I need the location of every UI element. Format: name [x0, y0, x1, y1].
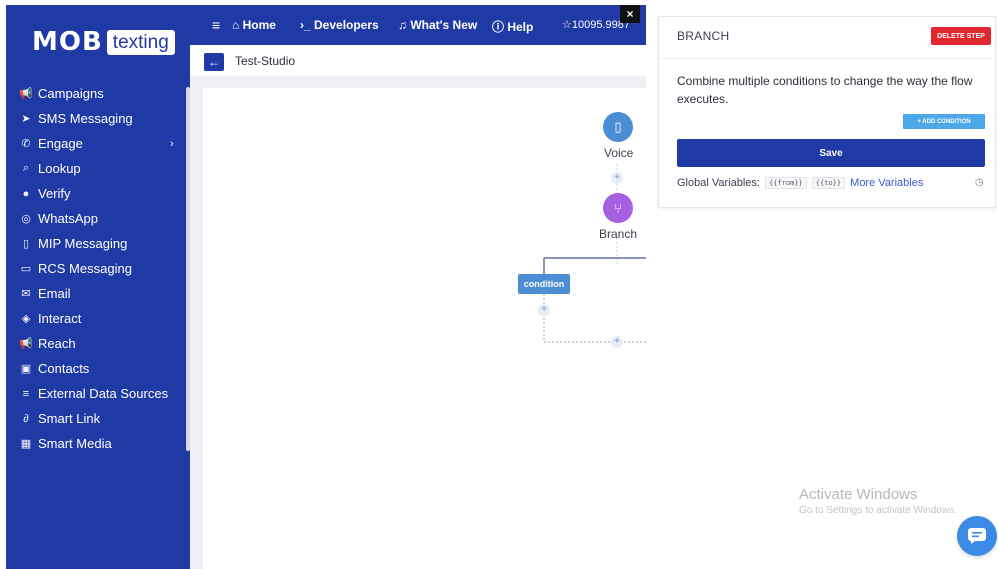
- hamburger-menu-icon[interactable]: ≡: [212, 17, 220, 33]
- nav-developers-link[interactable]: ›_ Developers: [300, 18, 379, 32]
- engage-icon: ✆: [21, 138, 31, 150]
- search-icon: ⌕: [22, 162, 30, 174]
- add-step-plus-icon[interactable]: +: [611, 336, 623, 348]
- panel-divider: [659, 58, 995, 59]
- nav-home-link[interactable]: ⌂ Home: [232, 18, 276, 32]
- voice-node[interactable]: ▯: [603, 112, 633, 142]
- phone-icon: ▯: [614, 119, 622, 134]
- sidebar-menu: 📢 Campaigns ➤ SMS Messaging ✆ Engage › ⌕ Lookup ●…: [6, 81, 186, 456]
- sidebar-item-campaigns[interactable]: 📢 Campaigns: [6, 81, 186, 106]
- sidebar-item-label: RCS Messaging: [38, 261, 132, 276]
- megaphone-icon: 📢: [19, 338, 33, 350]
- help-icon[interactable]: ◷: [975, 177, 984, 188]
- link-icon: ∂: [23, 412, 29, 425]
- sidebar-item-label: Lookup: [38, 161, 81, 176]
- email-icon: ✉: [21, 288, 31, 300]
- chat-bubble-icon: [968, 528, 986, 544]
- logo-texting-badge: texting: [106, 29, 175, 55]
- add-condition-button[interactable]: + ADD CONDITION: [903, 114, 985, 129]
- sidebar-item-label: Contacts: [38, 361, 90, 376]
- branch-node[interactable]: ⑂: [603, 193, 633, 223]
- add-step-plus-icon[interactable]: +: [611, 172, 623, 184]
- global-variables: Global Variables: {{from}} {{to}} More V…: [677, 177, 923, 190]
- save-button[interactable]: Save: [677, 139, 985, 167]
- voice-node-label: Voice: [604, 146, 634, 160]
- chat-icon: ▭: [20, 263, 32, 275]
- sidebar: MOB texting 📢 Campaigns ➤ SMS Messaging ✆ Eng…: [6, 5, 190, 569]
- nav-help-link[interactable]: ⓘ Help: [492, 18, 533, 35]
- logo-mob-text: MOB: [32, 27, 103, 57]
- variable-chip-from[interactable]: {{from}}: [765, 177, 807, 190]
- branch-icon: ⑂: [614, 200, 622, 216]
- global-variables-label: Global Variables:: [677, 177, 760, 189]
- verify-icon: ●: [22, 187, 30, 200]
- close-icon[interactable]: ×: [620, 5, 640, 23]
- flow-title: Test-Studio: [235, 54, 296, 68]
- nav-whats-new-link[interactable]: ♫ What's New: [398, 18, 477, 32]
- contacts-icon: ▣: [20, 363, 32, 375]
- more-variables-link[interactable]: More Variables: [850, 177, 923, 189]
- sidebar-item-label: Smart Media: [38, 436, 112, 451]
- sidebar-item-external-data-sources[interactable]: ≡ External Data Sources: [6, 381, 186, 406]
- sidebar-item-verify[interactable]: ● Verify: [6, 181, 186, 206]
- sidebar-item-label: WhatsApp: [38, 211, 98, 226]
- activate-windows-watermark: Activate Windows: [799, 486, 918, 503]
- ticket-icon: ◈: [21, 313, 31, 325]
- mobtexting-logo[interactable]: MOB texting: [32, 22, 175, 62]
- breadcrumb-bar: ← Test-Studio: [190, 45, 646, 75]
- back-arrow-button[interactable]: ←: [204, 53, 224, 71]
- sidebar-item-email[interactable]: ✉ Email: [6, 281, 186, 306]
- panel-title: BRANCH: [677, 29, 730, 43]
- sidebar-item-mip-messaging[interactable]: ▯ MIP Messaging: [6, 231, 186, 256]
- sidebar-item-label: External Data Sources: [38, 386, 169, 401]
- sidebar-item-smart-link[interactable]: ∂ Smart Link: [6, 406, 186, 431]
- send-icon: ➤: [21, 113, 31, 125]
- whatsapp-icon: ◎: [21, 213, 31, 225]
- flow-connectors: [543, 164, 646, 343]
- variable-chip-to[interactable]: {{to}}: [811, 177, 846, 190]
- flow-canvas[interactable]: ▯ Voice + ⑂ Branch condition + +: [203, 88, 646, 569]
- media-icon: ▦: [20, 438, 32, 450]
- sidebar-item-rcs-messaging[interactable]: ▭ RCS Messaging: [6, 256, 186, 281]
- sidebar-item-label: MIP Messaging: [38, 236, 128, 251]
- activate-windows-subtext: Go to Settings to activate Windows.: [799, 505, 957, 516]
- sidebar-item-label: Engage: [38, 136, 83, 151]
- sidebar-item-contacts[interactable]: ▣ Contacts: [6, 356, 186, 381]
- chat-widget-button[interactable]: [957, 516, 997, 556]
- database-icon: ≡: [22, 387, 30, 400]
- condition-node[interactable]: condition: [518, 274, 570, 294]
- sidebar-item-whatsapp[interactable]: ◎ WhatsApp: [6, 206, 186, 231]
- sidebar-item-label: Reach: [38, 336, 76, 351]
- flow-canvas-area: ▯ Voice + ⑂ Branch condition + +: [190, 76, 646, 569]
- sidebar-item-lookup[interactable]: ⌕ Lookup: [6, 156, 186, 181]
- add-step-plus-icon[interactable]: +: [538, 304, 550, 316]
- delete-step-button[interactable]: DELETE STEP: [931, 27, 991, 45]
- sidebar-item-label: Email: [38, 286, 71, 301]
- sidebar-item-label: Smart Link: [38, 411, 101, 426]
- sidebar-item-label: Campaigns: [38, 86, 104, 101]
- megaphone-icon: 📢: [19, 88, 33, 100]
- branch-node-label: Branch: [599, 227, 638, 241]
- sidebar-item-label: SMS Messaging: [38, 111, 133, 126]
- chevron-right-icon: ›: [170, 137, 174, 150]
- sidebar-item-interact[interactable]: ◈ Interact: [6, 306, 186, 331]
- sidebar-item-label: Verify: [38, 186, 71, 201]
- sidebar-item-label: Interact: [38, 311, 82, 326]
- top-navbar: ≡ ⌂ Home ›_ Developers ♫ What's New ⓘ He…: [190, 5, 646, 45]
- sidebar-item-reach[interactable]: 📢 Reach: [6, 331, 186, 356]
- sidebar-item-engage[interactable]: ✆ Engage ›: [6, 131, 186, 156]
- sidebar-item-smart-media[interactable]: ▦ Smart Media: [6, 431, 186, 456]
- panel-description: Combine multiple conditions to change th…: [677, 74, 973, 106]
- mobile-icon: ▯: [22, 238, 30, 250]
- step-config-panel: BRANCH DELETE STEP Combine multiple cond…: [658, 16, 996, 208]
- sidebar-item-sms-messaging[interactable]: ➤ SMS Messaging: [6, 106, 186, 131]
